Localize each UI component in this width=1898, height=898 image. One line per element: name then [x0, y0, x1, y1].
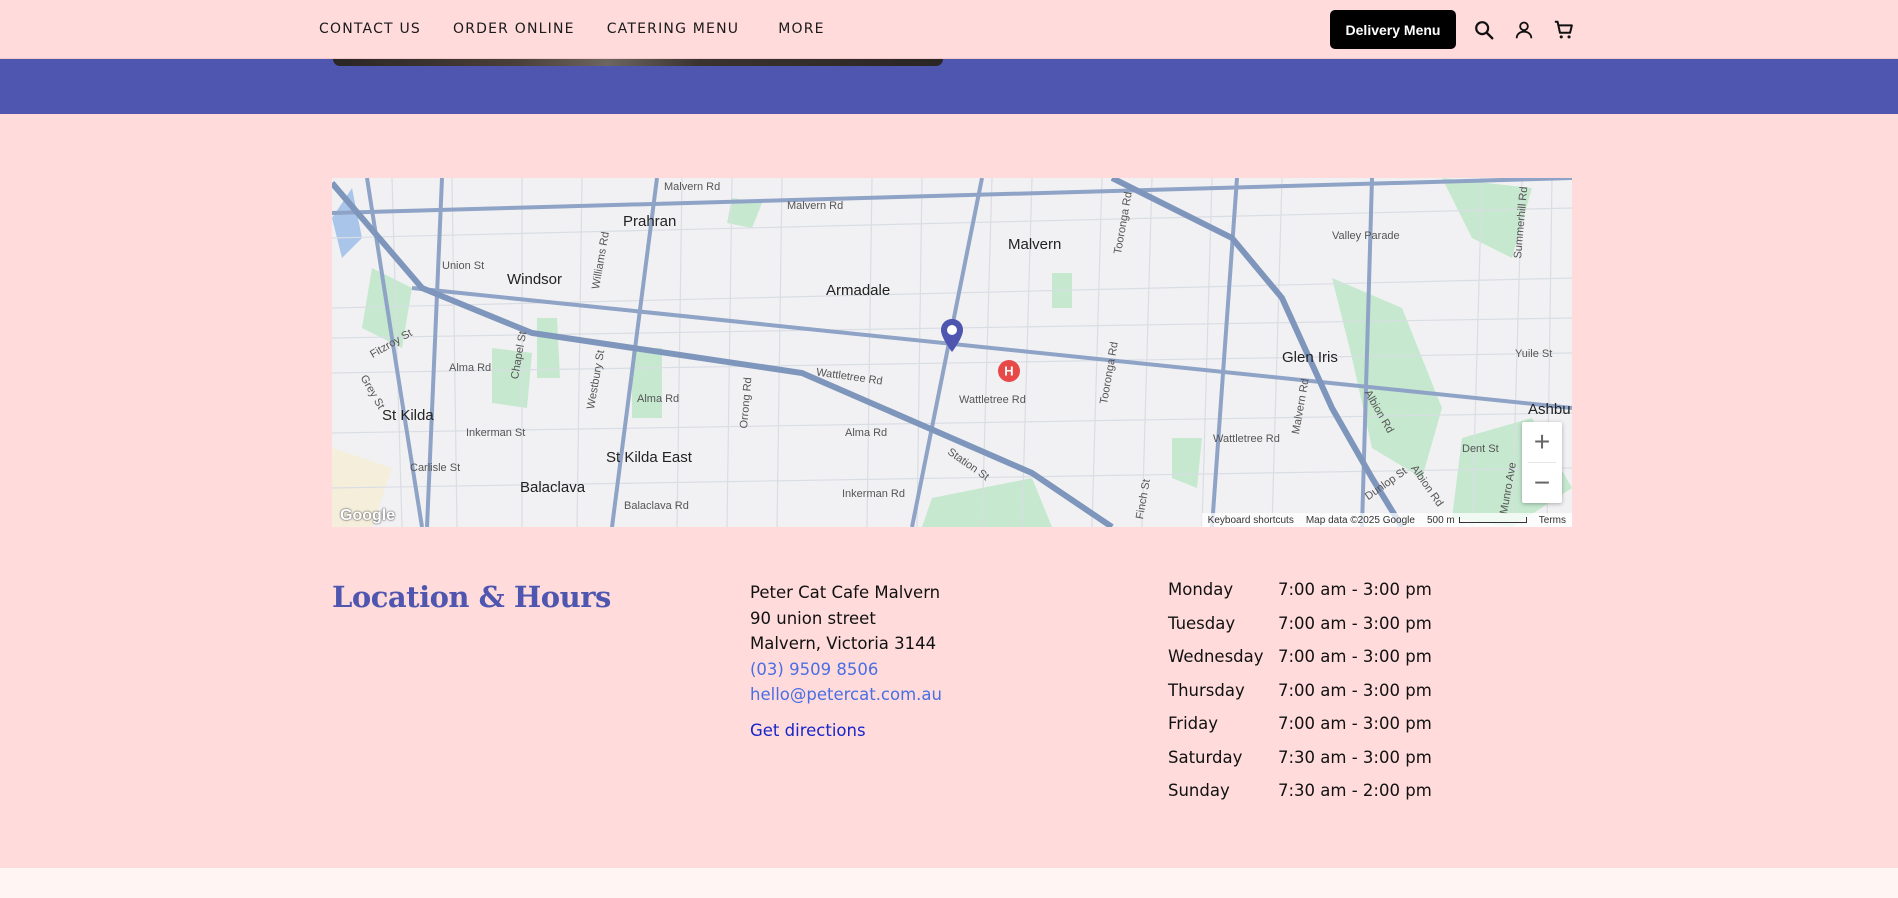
map-street: Alma Rd [449, 362, 492, 374]
location-map[interactable]: Prahran Malvern Windsor Armadale Glen Ir… [332, 178, 1572, 527]
hours-day: Wednesday [1168, 647, 1264, 666]
hours-time: 7:30 am - 3:00 pm [1278, 747, 1432, 767]
map-street: Yuile St [1515, 348, 1553, 360]
phone-link[interactable]: (03) 9509 8506 [750, 657, 942, 683]
hours-day: Monday [1168, 580, 1234, 599]
hours-row: Tuesday 7:00 am - 3:00 pm [1168, 614, 1432, 648]
map-street: Valley Parade [1332, 230, 1400, 242]
map-label-ashburton: Ashbu [1528, 401, 1571, 418]
get-directions-link[interactable]: Get directions [750, 718, 942, 744]
hours-time: 7:00 am - 3:00 pm [1278, 613, 1432, 633]
location-hours-title: Location & Hours [332, 580, 611, 614]
location-pin-icon[interactable] [939, 318, 965, 354]
site-header: CONTACT US ORDER ONLINE CATERING MENU MO… [0, 0, 1898, 59]
map-street: Inkerman St [466, 427, 526, 439]
hours-day: Sunday [1168, 781, 1230, 800]
map-street: Dent St [1462, 443, 1499, 455]
keyboard-shortcuts-link[interactable]: Keyboard shortcuts [1208, 515, 1294, 526]
hours-row: Saturday 7:30 am - 3:00 pm [1168, 748, 1432, 782]
search-icon[interactable] [1472, 18, 1496, 42]
hours-row: Wednesday 7:00 am - 3:00 pm [1168, 647, 1432, 681]
map-label-windsor: Windsor [507, 271, 563, 288]
hours-row: Friday 7:00 am - 3:00 pm [1168, 714, 1432, 748]
delivery-menu-button[interactable]: Delivery Menu [1330, 10, 1456, 49]
opening-hours: Monday 7:00 am - 3:00 pm Tuesday 7:00 am -… [1168, 580, 1432, 815]
map-attribution: Keyboard shortcuts Map data ©2025 Google… [1201, 513, 1572, 527]
hospital-icon: H [998, 360, 1020, 382]
map-street: Alma Rd [845, 427, 888, 439]
hours-time: 7:00 am - 3:00 pm [1278, 580, 1432, 599]
hero-image-edge [333, 59, 943, 66]
terms-link[interactable]: Terms [1539, 515, 1566, 526]
map-label-st-kilda: St Kilda [382, 407, 434, 424]
hours-day: Saturday [1168, 747, 1243, 767]
map-label-st-kilda-east: St Kilda East [606, 449, 692, 466]
map-data-credit[interactable]: Map data ©2025 Google [1306, 515, 1415, 526]
nav-catering-menu[interactable]: CATERING MENU [607, 21, 740, 37]
nav-contact-us[interactable]: CONTACT US [319, 21, 421, 37]
footer-strip [0, 868, 1898, 898]
hours-day: Tuesday [1168, 613, 1236, 633]
map-street: Malvern Rd [787, 200, 844, 212]
hours-time: 7:00 am - 3:00 pm [1278, 680, 1432, 700]
hours-time: 7:00 am - 3:00 pm [1278, 714, 1432, 733]
map-label-glen-iris: Glen Iris [1282, 349, 1338, 366]
header-actions: Delivery Menu [1330, 10, 1576, 49]
street-address: 90 union street [750, 608, 876, 628]
map-street: Wattletree Rd [1213, 433, 1280, 445]
map-street: Alma Rd [637, 393, 680, 405]
map-street: Malvern Rd [664, 181, 721, 193]
hours-row: Monday 7:00 am - 3:00 pm [1168, 580, 1432, 614]
email-link[interactable]: hello@petercat.com.au [750, 682, 942, 708]
hours-row: Thursday 7:00 am - 3:00 pm [1168, 681, 1432, 715]
map-scale[interactable]: 500 m [1427, 515, 1527, 526]
hours-day: Thursday [1168, 680, 1245, 700]
map-label-malvern: Malvern [1008, 236, 1062, 253]
google-logo[interactable]: Google [340, 507, 395, 525]
map-street: Union St [442, 260, 485, 272]
map-label-armadale: Armadale [826, 282, 891, 299]
hero-band [0, 59, 1898, 114]
nav-more[interactable]: MORE [778, 21, 824, 37]
cafe-name: Peter Cat Cafe Malvern [750, 583, 941, 602]
city-address: Malvern, Victoria 3144 [750, 634, 937, 653]
zoom-out-button[interactable]: − [1522, 463, 1562, 503]
hours-day: Friday [1168, 714, 1219, 733]
main-nav: CONTACT US ORDER ONLINE CATERING MENU MO… [319, 0, 857, 57]
map-zoom-controls: + − [1522, 422, 1562, 503]
zoom-in-button[interactable]: + [1522, 422, 1562, 462]
map-label-prahran: Prahran [623, 213, 677, 230]
cart-icon[interactable] [1552, 18, 1576, 42]
map-street: Carlisle St [410, 462, 461, 474]
account-icon[interactable] [1512, 18, 1536, 42]
svg-text:H: H [1004, 364, 1013, 379]
map-street: Wattletree Rd [959, 394, 1026, 406]
hours-row: Sunday 7:30 am - 2:00 pm [1168, 781, 1432, 815]
hours-time: 7:00 am - 3:00 pm [1278, 647, 1432, 666]
map-street: Balaclava Rd [624, 500, 689, 512]
nav-order-online[interactable]: ORDER ONLINE [453, 21, 575, 37]
map-street: Inkerman Rd [842, 488, 905, 500]
address-block: Peter Cat Cafe Malvern 90 union street M… [750, 580, 942, 743]
hours-time: 7:30 am - 2:00 pm [1278, 781, 1432, 800]
map-label-balaclava: Balaclava [520, 479, 586, 496]
